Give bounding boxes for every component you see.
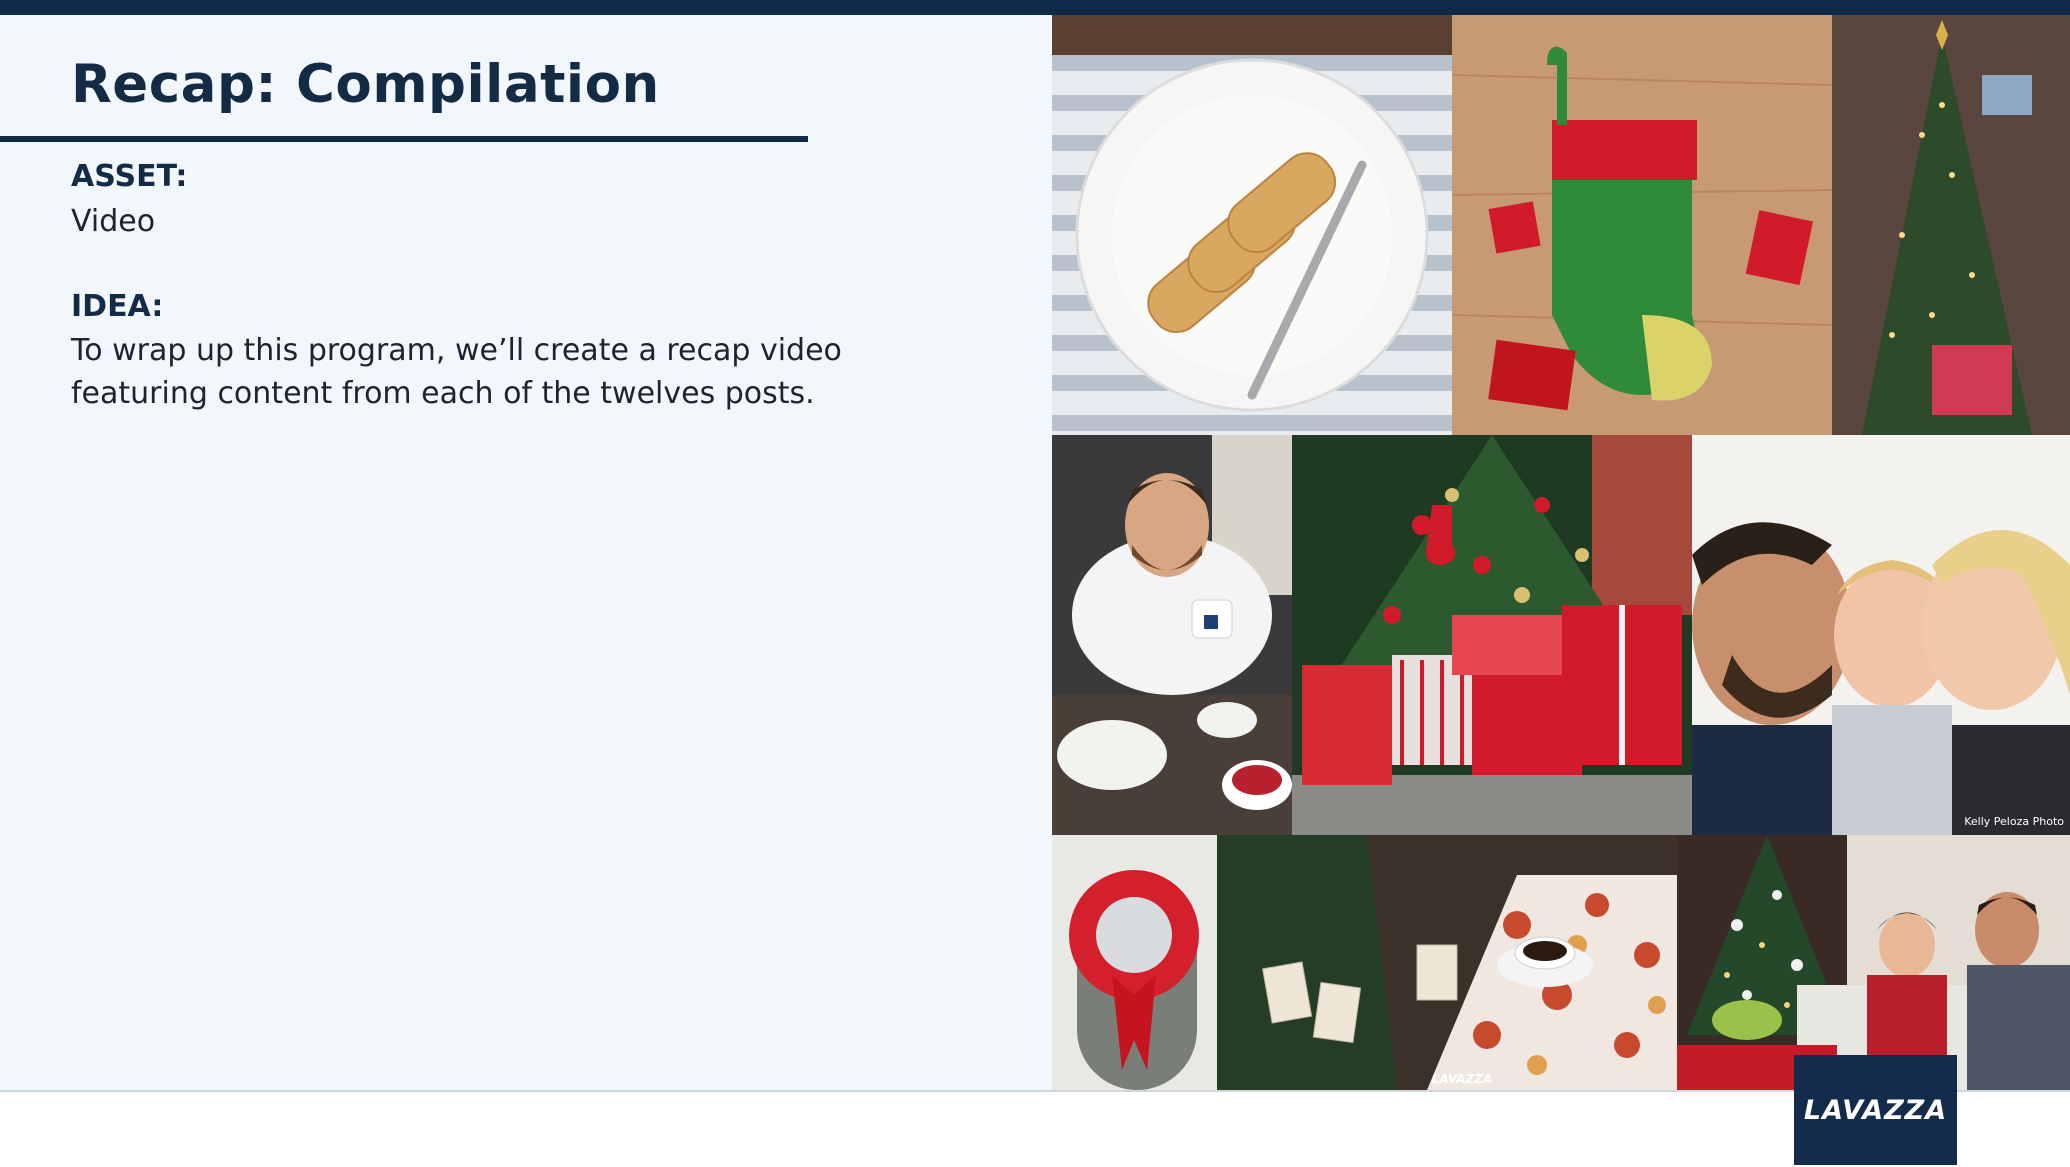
asset-label: ASSET: [71,159,188,194]
crepes-plate-photo [1052,15,1452,435]
logo-text: LAVAZZA [1803,1094,1948,1126]
presents-under-tree-photo [1292,435,1692,835]
top-accent-bar [0,0,2070,15]
asset-value: Video [71,204,156,239]
title-underline [0,136,808,142]
ladder-tree-photo [1832,15,2070,435]
mug-logo: LAVAZZA [1432,1072,1493,1086]
photo-collage: Kelly Peloza Photo LAVAZZA [1052,15,2070,1090]
wreath-photo [1052,835,1217,1090]
slide-title: Recap: Compilation [71,54,660,115]
family-kiss-photo: Kelly Peloza Photo [1692,435,2070,835]
footer-band [0,1090,2070,1167]
gift-tags-coffee-photo: LAVAZZA [1217,835,1677,1090]
idea-text-line-2: featuring content from each of the twelv… [71,376,815,411]
idea-label: IDEA: [71,289,164,324]
idea-text: To wrap up this program, we’ll create a … [71,329,971,415]
idea-text-line-1: To wrap up this program, we’ll create a … [71,333,842,368]
stocking-photo [1452,15,1832,435]
couple-sofa-photo [1677,835,2070,1090]
lavazza-logo: LAVAZZA [1794,1055,1957,1165]
photo-credit: Kelly Peloza Photo [1964,815,2064,828]
man-with-coffee-photo [1052,435,1292,835]
